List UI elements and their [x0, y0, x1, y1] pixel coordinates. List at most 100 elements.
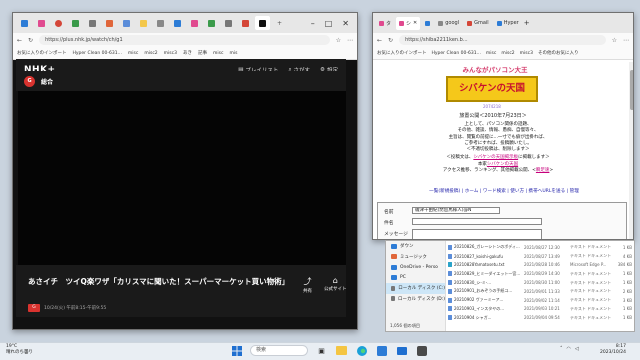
start-icon[interactable] [230, 344, 243, 357]
tab-1[interactable] [17, 16, 32, 30]
tab-hyper[interactable]: Hyper [494, 17, 522, 30]
bookmark-item[interactable]: Hyper Clean 00-631... [73, 51, 122, 56]
name-field[interactable]: 磯津千由紀(琵琶馬様人)@N [412, 207, 500, 214]
tab-3[interactable] [51, 16, 66, 30]
new-tab-button[interactable]: + [524, 19, 530, 27]
channel-mini-badge: G [28, 304, 40, 312]
nav-links[interactable]: 一覧(新規投稿) | ホーム | ワード検索 | 使い方 | 携帯へURLを送る… [389, 188, 619, 194]
tab-ta[interactable]: タ [376, 17, 394, 30]
file-row[interactable]: 20210903_インスタヤの... 2021/09/03 10:21 テキスト ド… [448, 305, 634, 314]
tab-gmail[interactable]: Gmail [464, 17, 492, 30]
nav-item-pc[interactable]: PC [386, 273, 445, 284]
bookmark-item[interactable]: misc2 [501, 51, 514, 56]
text-file-icon [448, 280, 452, 286]
video-player[interactable] [18, 91, 346, 265]
file-row[interactable]: 20210827_koishi-gakufu 2021/08/27 13:49 テキ… [448, 252, 634, 261]
channel-label[interactable]: 総合 [41, 77, 53, 86]
tab-12[interactable] [204, 16, 219, 30]
bookmark-item[interactable]: お気に入りのインポート [377, 50, 427, 56]
url-field[interactable]: https://shiba2211ken.b... [399, 35, 606, 45]
back-icon[interactable]: ← [17, 37, 22, 44]
drive-icon [391, 296, 395, 302]
new-tab-button[interactable]: + [272, 16, 287, 30]
file-row[interactable]: 20210826_ガレーシトンのボディ... 2021/08/27 12:30 テキ… [448, 243, 634, 252]
tab-11[interactable] [187, 16, 202, 30]
bookmark-item[interactable]: その他のお気に入り [538, 50, 579, 56]
file-row[interactable]: 20210902 ヴァーミーア... 2021/09/02 11:14 テキスト ド… [448, 296, 634, 305]
file-row[interactable]: 20210904 シャガ... 2021/09/04 09:54 テキスト ドキュメ… [448, 313, 634, 322]
tab-favicon-icon [208, 19, 215, 27]
subject-field[interactable] [412, 218, 542, 225]
url-field[interactable]: https://plus.nhk.jp/watch/ch/g1 [39, 35, 330, 45]
site-banner[interactable]: シバケンの天国 [446, 76, 538, 102]
chevron-up-icon[interactable]: ˄ [560, 346, 563, 352]
tab-favicon-icon [72, 19, 79, 27]
back-icon[interactable]: ← [377, 37, 382, 44]
tab-4[interactable] [68, 16, 83, 30]
tab-2[interactable] [34, 16, 49, 30]
tab-8[interactable] [136, 16, 151, 30]
store-icon[interactable] [375, 344, 388, 357]
bookmark-item[interactable]: misc3 [520, 51, 533, 56]
bbs-link[interactable]: シバケンの天国掲示板 [473, 155, 518, 160]
favorite-star-icon[interactable]: ☆ [336, 37, 341, 44]
refresh-icon[interactable]: ↻ [28, 37, 33, 44]
more-icon[interactable]: ⋯ [623, 37, 629, 44]
file-row[interactable]: 20210901_おみぞうの手紙コ... 2021/09/01 11:33 テキスト… [448, 287, 634, 296]
tab-close-icon[interactable]: ✕ [413, 20, 417, 26]
clock[interactable]: 8:17 2023/10/24 [600, 344, 626, 356]
favorite-star-icon[interactable]: ☆ [612, 37, 617, 44]
nav-item-music[interactable]: ミュージック [386, 252, 445, 263]
access-link[interactable]: 瞬足速 [536, 168, 550, 173]
maximize-icon[interactable]: □ [325, 19, 333, 28]
file-row[interactable]: 20210828Yamatosetu.txt 2021/08/28 10:46 Mi… [448, 261, 634, 270]
file-row[interactable]: 20210829_ヒミ一ダイエット一宮... 2021/08/29 14:30 テキ… [448, 269, 634, 278]
tab-shi-active[interactable]: シ ✕ [396, 16, 421, 30]
bookmark-item[interactable]: 記事 [198, 50, 207, 56]
close-icon[interactable]: ✕ [342, 19, 349, 28]
tab-9[interactable] [153, 16, 168, 30]
bookmark-item[interactable]: misc3 [164, 51, 177, 56]
nav-item-drive-d[interactable]: ローカル ディスク (D:) [386, 294, 445, 305]
honke-link[interactable]: シバケンの天国 [487, 162, 518, 167]
volume-icon[interactable]: ◁ [575, 346, 579, 352]
edge-icon[interactable] [355, 344, 368, 357]
official-site-button[interactable]: ⌂ 公式サイト [324, 276, 347, 294]
app-icon[interactable] [415, 344, 428, 357]
tab-google[interactable]: googl [435, 17, 462, 30]
wifi-icon[interactable]: ◠ [567, 346, 571, 352]
bookmark-item[interactable]: misc2 [144, 51, 157, 56]
more-icon[interactable]: ⋯ [347, 37, 353, 44]
bookmark-item[interactable]: misc [213, 51, 223, 56]
file-row[interactable]: 20210830_シ-ミ-... 2021/08/30 11:00 テキスト ドキュ… [448, 278, 634, 287]
tab-10[interactable] [170, 16, 185, 30]
tab-13[interactable] [221, 16, 236, 30]
tab-blue[interactable] [422, 17, 433, 30]
nav-item-drive-c[interactable]: ローカル ディスク (C:) [386, 283, 445, 294]
nav-item-onedrive[interactable]: OneDrive - Perso [386, 262, 445, 273]
bookmark-item[interactable]: misc [486, 51, 496, 56]
bookmark-item[interactable]: お気に入りのインポート [17, 50, 67, 56]
nav-item-downloads[interactable]: ダウン [386, 241, 445, 252]
address-bar-row: ← ↻ https://plus.nhk.jp/watch/ch/g1 ☆ ⋯ [13, 33, 357, 47]
tab-5[interactable] [85, 16, 100, 30]
tab-7[interactable] [119, 16, 134, 30]
taskbar-search[interactable]: 検索 [250, 345, 308, 356]
file-explorer-icon[interactable] [335, 344, 348, 357]
scrollbar-thumb[interactable] [630, 70, 633, 110]
bookmark-item[interactable]: あき [183, 50, 192, 56]
tab-nhk-active[interactable] [255, 16, 270, 30]
weather-widget[interactable]: 19°C 晴れのち曇り [6, 344, 33, 356]
bookmark-item[interactable]: Hyper Clean 00-631... [432, 51, 481, 56]
message-field[interactable] [412, 229, 542, 239]
tab-6[interactable] [102, 16, 117, 30]
minimize-icon[interactable]: – [311, 19, 315, 28]
mail-icon[interactable] [395, 344, 408, 357]
tab-14[interactable] [238, 16, 253, 30]
bookmark-item[interactable]: mis [229, 51, 237, 56]
share-button[interactable]: ⤴ 共有 [303, 276, 312, 294]
page-scrollbar[interactable] [629, 62, 633, 239]
bookmark-item[interactable]: misc [128, 51, 138, 56]
refresh-icon[interactable]: ↻ [388, 37, 393, 44]
task-view-icon[interactable]: ▣ [315, 344, 328, 357]
